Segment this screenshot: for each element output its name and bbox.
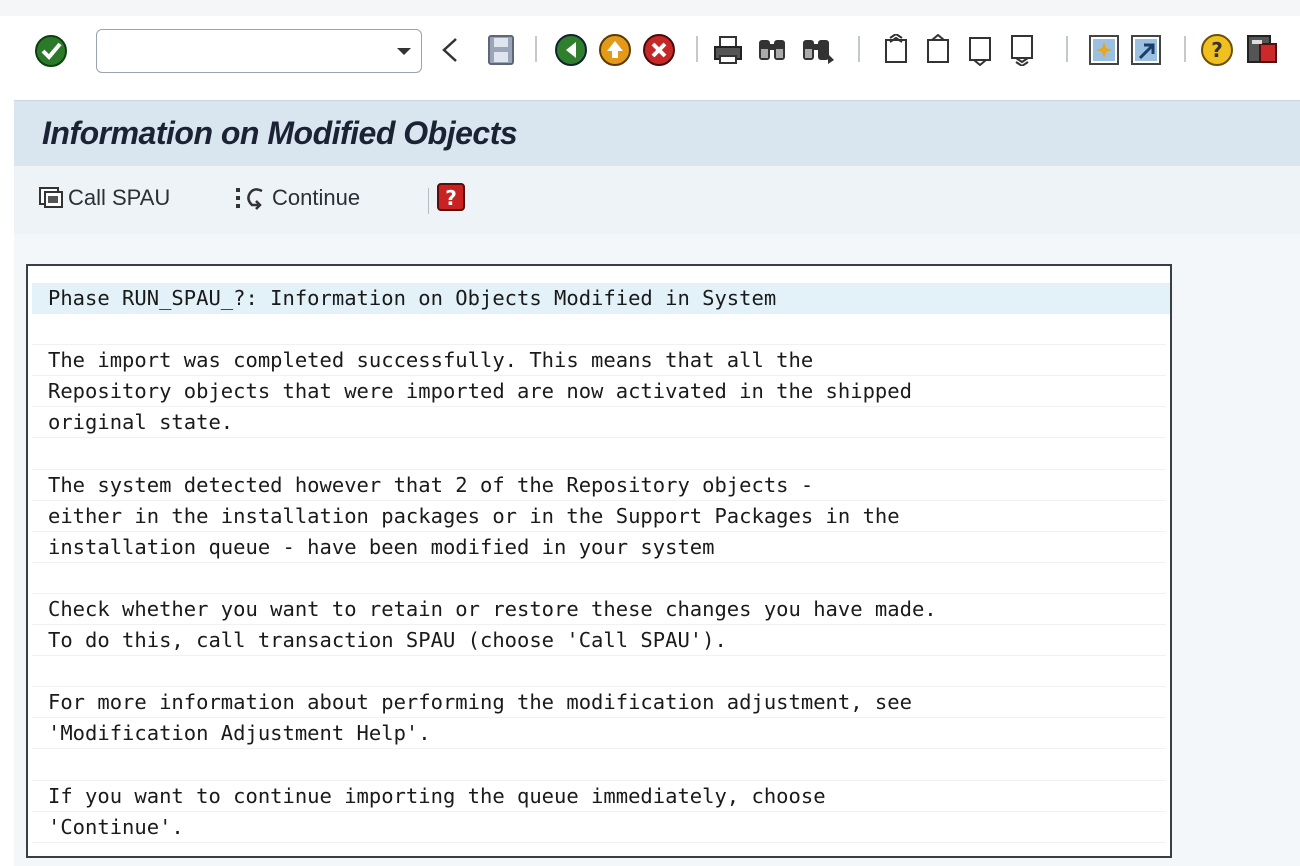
continue-icon	[236, 188, 263, 210]
exit-icon[interactable]	[598, 33, 632, 67]
toolbar-separator	[428, 188, 429, 214]
help-icon[interactable]: ?	[1200, 33, 1234, 67]
create-session-icon[interactable]	[1088, 34, 1120, 66]
layout-menu-icon[interactable]	[1246, 34, 1278, 66]
call-spau-button[interactable]: Call SPAU	[38, 180, 170, 216]
message-line: If you want to continue importing the qu…	[48, 783, 826, 808]
call-transaction-icon	[39, 187, 63, 208]
continue-label: Continue	[272, 185, 361, 210]
toolbar-separator	[696, 36, 698, 62]
first-page-icon[interactable]	[880, 34, 912, 66]
command-field[interactable]	[96, 29, 422, 73]
message-line: The import was completed successfully. T…	[48, 348, 814, 373]
back-icon[interactable]	[554, 33, 588, 67]
toolbar-separator	[535, 36, 537, 62]
command-input[interactable]	[105, 36, 389, 68]
message-line: Repository objects that were imported ar…	[48, 379, 912, 404]
chevron-down-icon[interactable]	[393, 40, 415, 62]
message-line: either in the installation packages or i…	[48, 503, 900, 528]
call-spau-label: Call SPAU	[68, 185, 171, 210]
message-line: Check whether you want to retain or rest…	[48, 597, 937, 621]
back-triangle-icon[interactable]	[440, 36, 460, 64]
toolbar-separator	[1066, 36, 1068, 62]
enter-check-icon[interactable]	[34, 34, 68, 68]
page-title: Information on Modified Objects	[42, 115, 518, 151]
svg-text:?: ?	[1211, 38, 1223, 62]
print-icon[interactable]	[712, 34, 744, 66]
screen-title-bar: Information on Modified Objects	[14, 100, 1300, 167]
message-line: installation queue - have been modified …	[48, 534, 715, 559]
message-line: To do this, call transaction SPAU (choos…	[48, 628, 727, 653]
message-line	[48, 314, 1148, 345]
next-page-icon[interactable]	[964, 34, 996, 66]
toolbar-separator	[1184, 36, 1186, 62]
previous-page-icon[interactable]	[922, 34, 954, 66]
modification-help-icon[interactable]: ?	[436, 182, 466, 212]
continue-button[interactable]: Continue	[234, 180, 360, 216]
find-next-icon[interactable]	[800, 34, 836, 66]
shortcut-icon[interactable]	[1130, 34, 1162, 66]
save-icon[interactable]	[486, 34, 516, 66]
message-line: 'Modification Adjustment Help'.	[48, 721, 431, 746]
find-icon[interactable]	[756, 34, 788, 66]
message-line: The system detected however that 2 of th…	[48, 472, 814, 497]
window-title-strip	[0, 0, 1300, 17]
message-line: original state.	[48, 410, 234, 435]
last-page-icon[interactable]	[1006, 34, 1038, 66]
phase-heading-line: Phase RUN_SPAU_?: Information on Objects…	[32, 283, 1170, 314]
message-line	[48, 656, 1148, 687]
message-line	[48, 563, 1148, 594]
message-line: 'Continue'.	[48, 814, 184, 839]
svg-text:?: ?	[445, 186, 457, 210]
application-toolbar: Call SPAU Continue ?	[14, 166, 1300, 235]
message-text-box: Phase RUN_SPAU_?: Information on Objects…	[26, 264, 1172, 858]
message-line	[48, 750, 1148, 781]
message-line: For more information about performing th…	[48, 690, 912, 715]
toolbar-separator	[858, 36, 860, 62]
message-line	[48, 439, 1148, 470]
cancel-icon[interactable]	[642, 33, 676, 67]
